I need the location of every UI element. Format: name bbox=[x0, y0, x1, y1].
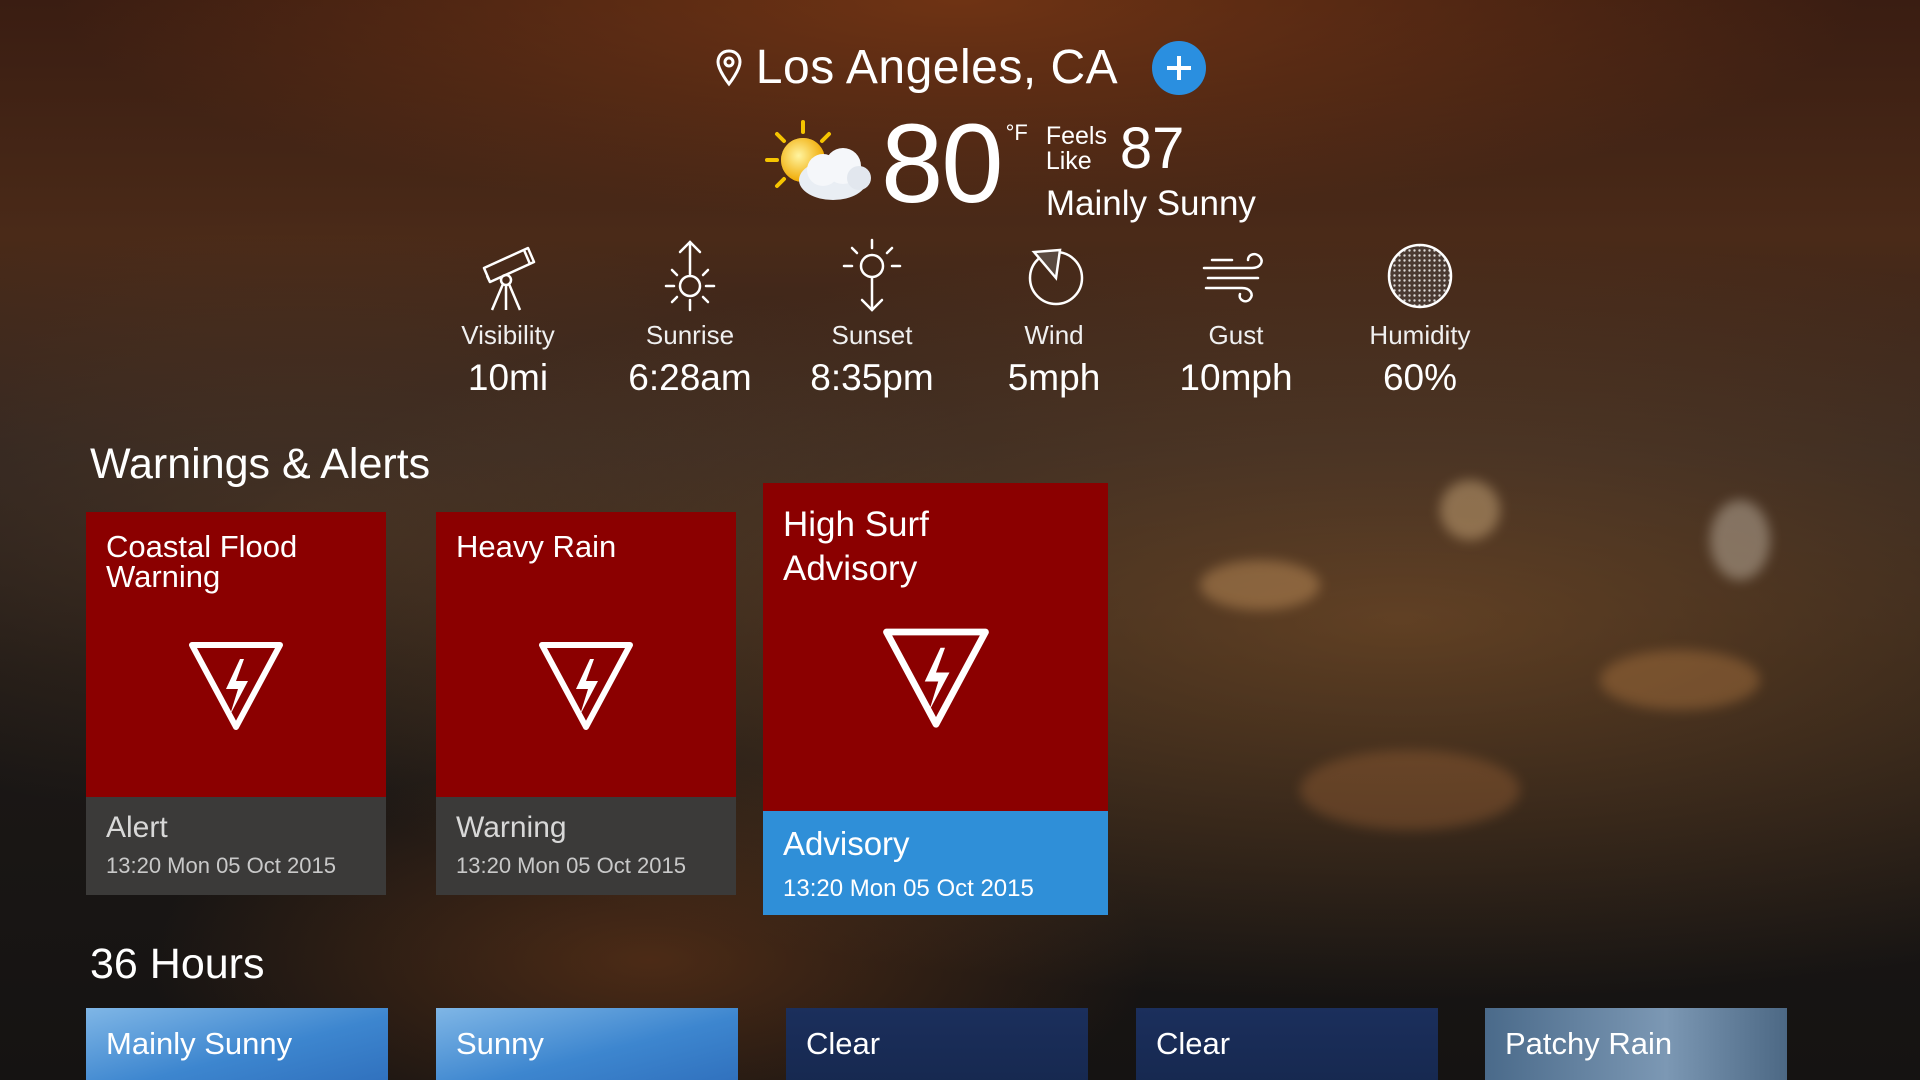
forecast-card-label: Clear bbox=[806, 1026, 881, 1061]
alert-card-title: Coastal Flood Warning bbox=[106, 529, 298, 594]
wind-direction-icon bbox=[1028, 248, 1084, 306]
forecast-card[interactable]: Clear bbox=[1136, 1008, 1438, 1080]
plus-icon bbox=[1167, 55, 1192, 80]
forecast-card[interactable]: Patchy Rain bbox=[1485, 1008, 1787, 1080]
weather-app-screen: Los Angeles, CA 80 °F Feels Like 87 Main… bbox=[0, 0, 1920, 1080]
stat-gust: Gust 10mph bbox=[1151, 238, 1321, 399]
gust-icon bbox=[1202, 252, 1263, 303]
warnings-section-title: Warnings & Alerts bbox=[90, 440, 431, 488]
stat-label: Visibility bbox=[461, 320, 555, 350]
stat-label: Humidity bbox=[1369, 320, 1471, 350]
alert-card-header: Heavy Rain bbox=[436, 512, 736, 797]
alert-card-coastal-flood[interactable]: Coastal Flood Warning Alert 13:20 Mon 05… bbox=[86, 512, 386, 895]
current-condition: Mainly Sunny bbox=[1045, 184, 1256, 223]
alert-card-high-surf[interactable]: High Surf Advisory Advisory 13:20 Mon 05… bbox=[763, 483, 1108, 915]
alert-card-heavy-rain[interactable]: Heavy Rain Warning 13:20 Mon 05 Oct 2015 bbox=[436, 512, 736, 895]
add-location-button[interactable] bbox=[1152, 40, 1207, 95]
city-light bbox=[1600, 650, 1760, 710]
feels-like-label: Feels Like bbox=[1045, 122, 1107, 175]
alert-card-type: Warning bbox=[456, 811, 567, 844]
stat-sunset: Sunset 8:35pm bbox=[787, 238, 957, 399]
sunrise-icon bbox=[664, 240, 716, 312]
location-pin-icon bbox=[716, 48, 742, 86]
location-header: Los Angeles, CA bbox=[0, 40, 1920, 95]
temperature-unit: °F bbox=[1005, 120, 1028, 145]
alert-card-type: Advisory bbox=[783, 825, 910, 862]
alert-card-header: High Surf Advisory bbox=[763, 483, 1108, 811]
sun-behind-cloud-icon bbox=[765, 120, 871, 200]
alert-card-title: Heavy Rain bbox=[456, 529, 617, 564]
city-light bbox=[1300, 750, 1520, 830]
stat-wind: Wind 5mph bbox=[969, 238, 1139, 399]
current-conditions: 80 °F Feels Like 87 Mainly Sunny bbox=[763, 108, 1256, 224]
alert-card-footer: Alert 13:20 Mon 05 Oct 2015 bbox=[86, 797, 386, 895]
warning-lightning-icon bbox=[189, 642, 283, 730]
stat-value: 10mph bbox=[1179, 357, 1293, 398]
stats-row: Visibility 10mi Sunrise 6:28am Sunset 8:… bbox=[0, 238, 1920, 408]
warning-lightning-icon bbox=[539, 642, 633, 730]
location-name[interactable]: Los Angeles, CA bbox=[756, 40, 1118, 95]
alert-card-title: High Surf Advisory bbox=[783, 505, 929, 588]
stat-label: Sunset bbox=[831, 320, 913, 350]
alert-card-header: Coastal Flood Warning bbox=[86, 512, 386, 797]
city-light bbox=[1710, 500, 1770, 580]
forecast-card-label: Patchy Rain bbox=[1505, 1026, 1673, 1061]
sunset-icon bbox=[842, 238, 902, 312]
forecast-card[interactable]: Clear bbox=[786, 1008, 1088, 1080]
stat-humidity: Humidity 60% bbox=[1335, 238, 1505, 399]
humidity-icon bbox=[1387, 243, 1453, 309]
feels-like-block: Feels Like 87 Mainly Sunny bbox=[1046, 120, 1256, 224]
alert-card-time: 13:20 Mon 05 Oct 2015 bbox=[456, 853, 686, 878]
forecast-section-title: 36 Hours bbox=[90, 940, 265, 988]
alert-card-type: Alert bbox=[106, 811, 168, 844]
warning-lightning-icon bbox=[882, 628, 989, 728]
stat-value: 10mi bbox=[467, 357, 549, 398]
stat-label: Sunrise bbox=[645, 320, 735, 350]
alert-card-footer: Advisory 13:20 Mon 05 Oct 2015 bbox=[763, 811, 1108, 915]
alert-card-footer: Warning 13:20 Mon 05 Oct 2015 bbox=[436, 797, 736, 895]
forecast-card-label: Mainly Sunny bbox=[106, 1026, 293, 1061]
stat-value: 5mph bbox=[1007, 357, 1101, 398]
stat-value: 60% bbox=[1382, 357, 1458, 398]
feels-like-value: 87 bbox=[1119, 116, 1185, 181]
alert-card-time: 13:20 Mon 05 Oct 2015 bbox=[106, 853, 336, 878]
stat-value: 8:35pm bbox=[810, 357, 934, 398]
forecast-card-label: Clear bbox=[1156, 1026, 1231, 1061]
stat-label: Gust bbox=[1208, 320, 1264, 350]
forecast-card-label: Sunny bbox=[456, 1026, 544, 1061]
telescope-icon bbox=[482, 246, 536, 311]
city-light bbox=[1440, 480, 1500, 540]
city-light bbox=[1200, 560, 1320, 610]
stat-visibility: Visibility 10mi bbox=[423, 238, 593, 399]
stat-label: Wind bbox=[1024, 320, 1084, 350]
alert-card-time: 13:20 Mon 05 Oct 2015 bbox=[783, 875, 1034, 902]
stat-value: 6:28am bbox=[628, 357, 752, 398]
forecast-card[interactable]: Mainly Sunny bbox=[86, 1008, 388, 1080]
current-temperature: 80 bbox=[881, 101, 1004, 226]
stat-sunrise: Sunrise 6:28am bbox=[605, 238, 775, 399]
forecast-card[interactable]: Sunny bbox=[436, 1008, 738, 1080]
